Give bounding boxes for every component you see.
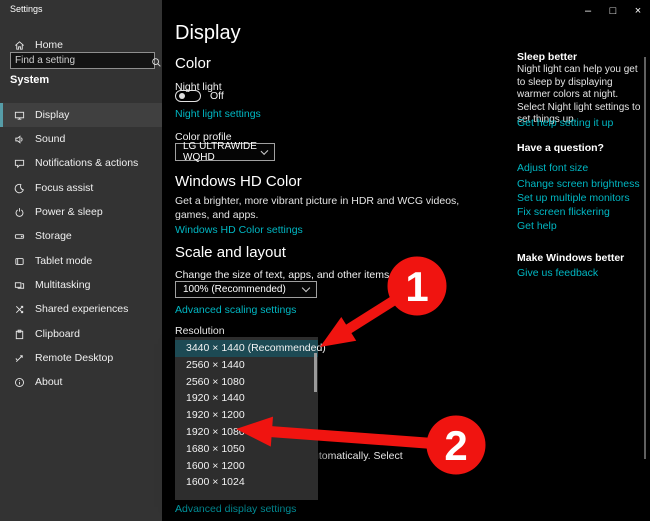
night-light-toggle[interactable] (175, 90, 201, 102)
multiple-monitors-link[interactable]: Set up multiple monitors (517, 192, 630, 204)
page-scrollbar[interactable] (644, 57, 646, 459)
night-light-settings-link[interactable]: Night light settings (175, 108, 261, 120)
multitasking-icon (13, 279, 25, 291)
color-profile-dropdown[interactable]: LG ULTRAWIDE WQHD (175, 143, 275, 161)
sidebar-item-display[interactable]: Display (0, 103, 162, 127)
make-windows-better-heading: Make Windows better (517, 252, 624, 264)
resolution-option[interactable]: 2560 × 1080 (175, 374, 318, 391)
close-button[interactable]: × (627, 0, 649, 22)
resolution-option[interactable]: 3440 × 1440 (Recommended) (175, 340, 318, 357)
focus-assist-icon (13, 182, 25, 194)
home-icon (13, 39, 25, 51)
sleep-better-heading: Sleep better (517, 51, 577, 63)
sidebar-item-storage[interactable]: Storage (0, 224, 162, 248)
resolution-option[interactable]: 1600 × 1024 (175, 474, 318, 491)
scale-size-dropdown[interactable]: 100% (Recommended) (175, 281, 317, 298)
power-icon (13, 206, 25, 218)
sidebar-item-remote-desktop[interactable]: Remote Desktop (0, 346, 162, 370)
sidebar-item-tablet-mode[interactable]: Tablet mode (0, 249, 162, 273)
toggle-knob-icon (179, 93, 185, 99)
window-title: Settings (10, 4, 43, 14)
search-input[interactable] (11, 55, 151, 66)
search-icon[interactable] (151, 55, 162, 67)
sidebar-item-label: Sound (35, 133, 65, 145)
maximize-button[interactable]: □ (602, 0, 624, 22)
give-feedback-link[interactable]: Give us feedback (517, 267, 598, 279)
sidebar-item-label: Clipboard (35, 328, 80, 340)
sidebar-item-label: About (35, 376, 62, 388)
sidebar-item-label: Focus assist (35, 182, 93, 194)
resolution-option[interactable]: 1600 × 1200 (175, 458, 318, 475)
sidebar-item-label: Tablet mode (35, 255, 92, 267)
display-icon (13, 109, 25, 121)
settings-window: Settings Home System Display Sound (0, 0, 650, 521)
dropdown-scrollbar[interactable] (314, 353, 317, 392)
fix-flickering-link[interactable]: Fix screen flickering (517, 206, 610, 218)
sidebar-item-notifications[interactable]: Notifications & actions (0, 151, 162, 175)
get-help-setting-link[interactable]: Get help setting it up (517, 117, 613, 129)
resolution-option[interactable]: 1680 × 1050 (175, 441, 318, 458)
sidebar-item-label: Storage (35, 230, 72, 242)
notifications-icon (13, 157, 25, 169)
sidebar-item-label: Home (35, 39, 63, 51)
scale-size-value: 100% (Recommended) (183, 284, 286, 295)
minimize-button[interactable]: – (577, 0, 599, 22)
get-help-link[interactable]: Get help (517, 220, 557, 232)
sidebar-item-label: Multitasking (35, 279, 90, 291)
sidebar-item-sound[interactable]: Sound (0, 127, 162, 151)
storage-icon (13, 230, 25, 242)
chevron-down-icon (302, 284, 310, 292)
sidebar-item-label: Notifications & actions (35, 157, 138, 169)
resolution-option[interactable]: 1920 × 1440 (175, 390, 318, 407)
sidebar-item-label: Display (35, 109, 69, 121)
search-box (10, 52, 155, 69)
resolution-option[interactable]: 1920 × 1200 (175, 407, 318, 424)
sidebar-item-clipboard[interactable]: Clipboard (0, 322, 162, 346)
background-text-fragment: utomatically. Select (313, 450, 403, 462)
sidebar: Settings Home System Display Sound (0, 0, 162, 521)
color-heading: Color (175, 55, 211, 72)
shared-experiences-icon (13, 303, 25, 315)
change-brightness-link[interactable]: Change screen brightness (517, 178, 640, 190)
remote-desktop-icon (13, 352, 25, 364)
sidebar-item-label: Power & sleep (35, 206, 103, 218)
sidebar-item-shared-experiences[interactable]: Shared experiences (0, 297, 162, 321)
sidebar-item-power-sleep[interactable]: Power & sleep (0, 200, 162, 224)
advanced-scaling-link[interactable]: Advanced scaling settings (175, 304, 296, 316)
advanced-display-link[interactable]: Advanced display settings (175, 503, 296, 515)
resolution-option[interactable]: 2560 × 1440 (175, 357, 318, 374)
about-icon (13, 376, 25, 388)
sound-icon (13, 133, 25, 145)
sidebar-section-system: System (10, 74, 49, 86)
hd-color-heading: Windows HD Color (175, 173, 302, 190)
scale-layout-heading: Scale and layout (175, 244, 286, 261)
clipboard-icon (13, 328, 25, 340)
resolution-option[interactable]: 1920 × 1080 (175, 424, 318, 441)
main-content: – □ × Display Color Night light Off Nigh… (162, 0, 650, 521)
hd-color-settings-link[interactable]: Windows HD Color settings (175, 224, 303, 236)
adjust-font-size-link[interactable]: Adjust font size (517, 162, 588, 174)
color-profile-value: LG ULTRAWIDE WQHD (183, 141, 262, 163)
resolution-dropdown-list: 3440 × 1440 (Recommended) 2560 × 1440 25… (175, 337, 318, 500)
sidebar-item-multitasking[interactable]: Multitasking (0, 273, 162, 297)
tablet-mode-icon (13, 255, 25, 267)
page-title: Display (175, 22, 241, 45)
hd-color-description: Get a brighter, more vibrant picture in … (175, 194, 487, 222)
sidebar-item-label: Shared experiences (35, 303, 128, 315)
scale-size-label: Change the size of text, apps, and other… (175, 269, 389, 281)
night-light-state: Off (210, 90, 224, 102)
resolution-label: Resolution (175, 325, 225, 337)
sidebar-item-label: Remote Desktop (35, 352, 113, 364)
sidebar-item-focus-assist[interactable]: Focus assist (0, 176, 162, 200)
have-a-question-heading: Have a question? (517, 142, 604, 154)
sidebar-item-about[interactable]: About (0, 370, 162, 394)
